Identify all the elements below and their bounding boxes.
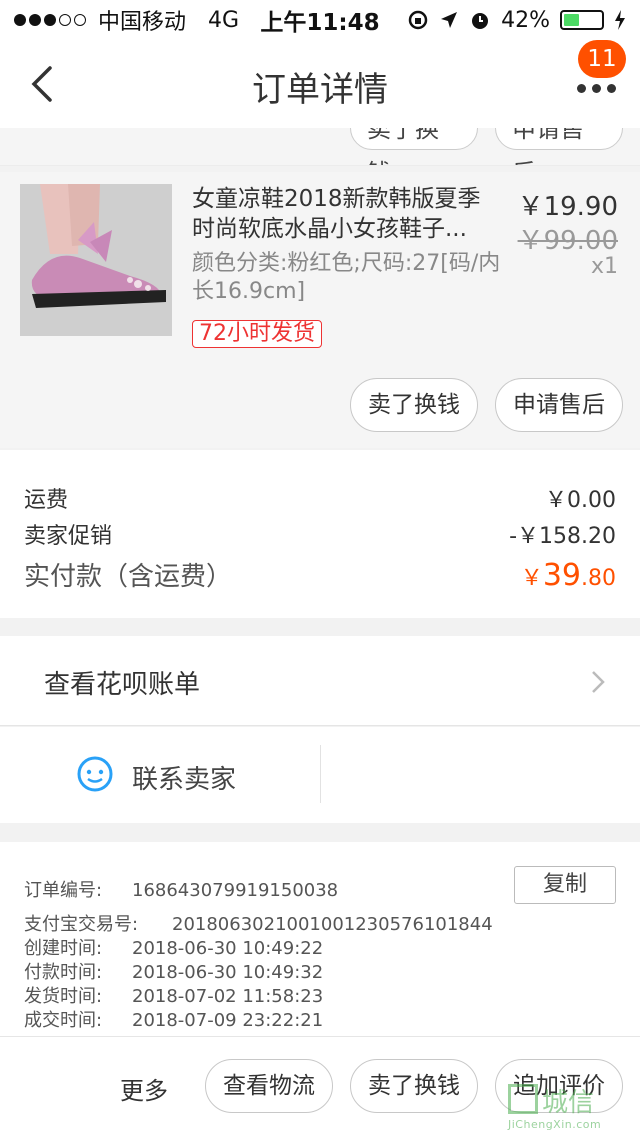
shipped-label: 发货时间: — [24, 986, 103, 1007]
paid-time: 2018-06-30 10:49:32 — [132, 962, 324, 983]
watermark-url: JiChengXin.com — [508, 1118, 602, 1131]
nav-bar: 订单详情 11 — [0, 40, 640, 128]
more-button[interactable]: 更多 — [120, 1071, 168, 1106]
shipping-label: 运费 — [24, 488, 69, 513]
paid-amount: ￥39.80 — [520, 558, 616, 593]
prev-sell-button[interactable]: 卖了换钱 — [350, 128, 478, 165]
product-original-price: ￥99.00 — [517, 226, 618, 256]
previous-item-actions: 卖了换钱 申请售后 — [0, 128, 640, 166]
created-label: 创建时间: — [24, 938, 103, 959]
shipping-value: ￥0.00 — [545, 488, 616, 513]
order-no-label: 订单编号: — [24, 880, 103, 901]
order-item[interactable]: 女童凉鞋2018新款韩版夏季时尚软底水晶小女孩鞋子... 颜色分类:粉红色;尺码… — [0, 172, 640, 448]
price-summary: 运费 ￥0.00 卖家促销 -￥158.20 实付款（含运费） ￥39.80 — [0, 450, 640, 618]
watermark-logo: 城信 JiChengXin.com — [508, 1080, 628, 1132]
status-bar: 中国移动 4G 上午11:48 42% — [0, 0, 640, 40]
paid-time-label: 付款时间: — [24, 962, 103, 983]
done-time: 2018-07-09 23:22:21 — [132, 1010, 324, 1031]
promo-value: -￥158.20 — [509, 524, 616, 549]
view-logistics-button[interactable]: 查看物流 — [205, 1059, 333, 1113]
watermark-text: 城信 — [542, 1088, 595, 1118]
alarm-icon — [472, 13, 489, 29]
chevron-right-icon — [592, 671, 605, 693]
copy-button[interactable]: 复制 — [514, 866, 616, 904]
sell-button[interactable]: 卖了换钱 — [350, 378, 478, 432]
after-sale-button[interactable]: 申请售后 — [495, 378, 623, 432]
shipped-time: 2018-07-02 11:58:23 — [132, 986, 324, 1007]
rotation-lock-icon — [408, 10, 428, 30]
paid-label: 实付款（含运费） — [24, 562, 233, 592]
notification-badge: 11 — [578, 40, 626, 78]
promo-label: 卖家促销 — [24, 524, 113, 549]
product-price: ￥19.90 — [517, 192, 618, 222]
network-label: 4G — [208, 7, 240, 33]
more-dots-icon[interactable] — [577, 84, 616, 93]
alipay-label: 支付宝交易号: — [24, 914, 139, 935]
battery-percent: 42% — [501, 7, 550, 33]
location-icon — [441, 12, 458, 28]
contact-seller-row: 联系卖家 — [0, 727, 640, 823]
created-time: 2018-06-30 10:49:22 — [132, 938, 324, 959]
prev-after-sale-button[interactable]: 申请售后 — [495, 128, 623, 165]
product-quantity: x1 — [590, 254, 618, 279]
done-label: 成交时间: — [24, 1010, 103, 1031]
huabei-bill-row[interactable]: 查看花呗账单 — [0, 636, 640, 726]
product-sku: 颜色分类:粉红色;尺码:27[码/内长16.9cm] — [192, 251, 501, 304]
shipping-tag: 72小时发货 — [192, 320, 322, 348]
battery-icon — [560, 10, 604, 30]
order-no: 168643079919150038 — [132, 880, 339, 901]
chat-face-icon[interactable] — [76, 755, 114, 793]
charging-icon — [615, 10, 625, 30]
carrier-label: 中国移动 — [98, 10, 187, 35]
product-title[interactable]: 女童凉鞋2018新款韩版夏季时尚软底水晶小女孩鞋子... — [192, 184, 502, 244]
bottom-sell-button[interactable]: 卖了换钱 — [350, 1059, 478, 1113]
order-info: 订单编号: 168643079919150038 复制 支付宝交易号: 201806… — [0, 842, 640, 1036]
page-title: 订单详情 — [252, 70, 388, 110]
watermark-square-icon — [508, 1084, 538, 1114]
product-image[interactable] — [20, 184, 172, 336]
signal-icon — [14, 14, 86, 26]
contact-seller-button[interactable]: 联系卖家 — [132, 759, 236, 796]
huabei-label: 查看花呗账单 — [44, 670, 201, 700]
divider — [320, 745, 321, 803]
alipay-no: 2018063021001001230576101844 — [172, 914, 493, 935]
